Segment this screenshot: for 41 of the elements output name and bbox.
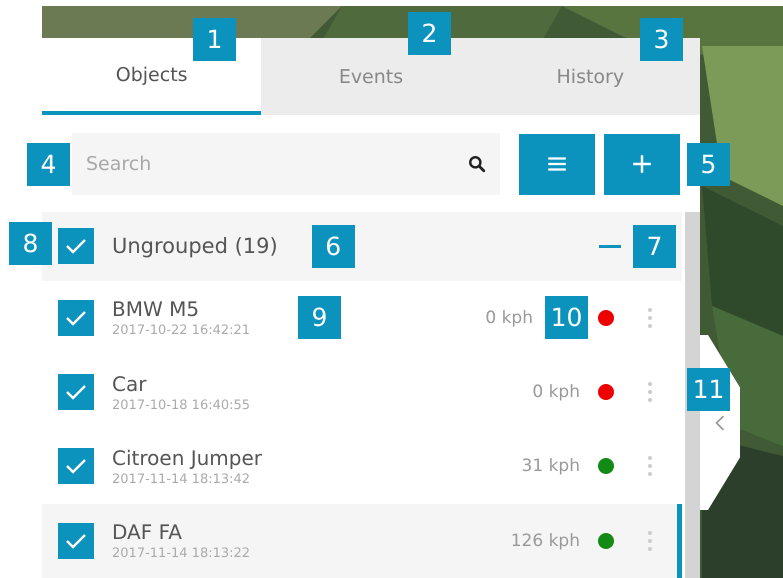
callout-badge: 6 (312, 224, 355, 268)
timestamp: 2017-11-14 18:13:42 (112, 472, 250, 487)
checkbox[interactable] (58, 228, 94, 264)
object-row[interactable]: Citroen Jumper 2017-11-14 18:13:42 31 kph (42, 429, 682, 504)
checkbox[interactable] (58, 300, 94, 336)
list-button[interactable] (519, 134, 595, 194)
object-name: Citroen Jumper (112, 446, 262, 470)
collapse-icon[interactable] (599, 244, 621, 248)
add-button[interactable] (604, 134, 680, 194)
object-row[interactable]: DAF FA 2017-11-14 18:13:22 126 kph (42, 504, 682, 578)
checkbox[interactable] (58, 374, 94, 410)
search-field[interactable]: Search (72, 133, 500, 195)
callout-badge: 2 (408, 12, 451, 55)
timestamp: 2017-10-18 16:40:55 (112, 398, 250, 413)
timestamp: 2017-10-22 16:42:21 (112, 323, 250, 338)
object-name: DAF FA (112, 520, 182, 544)
object-row[interactable]: BMW M5 2017-10-22 16:42:21 9 0 kph 10 (42, 280, 682, 355)
search-icon (468, 155, 486, 173)
callout-badge: 4 (27, 143, 70, 186)
callout-badge: 1 (193, 18, 236, 61)
timestamp: 2017-11-14 18:13:22 (112, 546, 250, 562)
object-name: BMW M5 (112, 297, 200, 322)
callout-badge: 5 (687, 143, 730, 186)
speed-label: 126 kph (510, 530, 580, 551)
callout-badge: 11 (687, 368, 730, 411)
checkbox[interactable] (58, 522, 94, 559)
callout-badge: 10 (545, 296, 588, 340)
object-row[interactable]: Car 2017-10-18 16:40:55 0 kph (42, 354, 682, 430)
callout-badge: 8 (9, 222, 52, 265)
speed-label: 0 kph (485, 308, 533, 328)
speed-label: 31 kph (522, 456, 580, 476)
object-name: Car (112, 372, 146, 396)
chevron-left-icon (715, 414, 725, 430)
callout-badge: 3 (640, 18, 683, 61)
group-title: Ungrouped (19) (112, 234, 278, 258)
speed-label: 0 kph (532, 382, 580, 402)
callout-badge: 9 (298, 296, 341, 340)
group-header[interactable]: Ungrouped (19) 6 7 (42, 212, 682, 280)
callout-badge: 7 (633, 224, 676, 268)
checkbox[interactable] (58, 448, 94, 484)
plus-icon (631, 153, 653, 175)
